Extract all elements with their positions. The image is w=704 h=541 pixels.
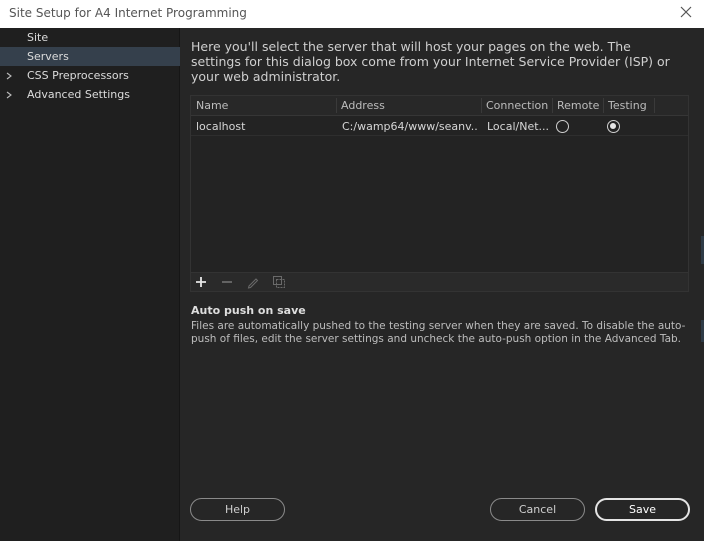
column-divider[interactable] [603, 98, 604, 113]
sidebar: Site Servers CSS Preprocessors Advanced … [0, 28, 180, 541]
sidebar-item-css-preprocessors[interactable]: CSS Preprocessors [0, 66, 180, 85]
close-icon[interactable] [678, 4, 694, 20]
chevron-right-icon[interactable] [5, 72, 13, 80]
chevron-right-icon[interactable] [5, 91, 13, 99]
sidebar-item-label: Site [27, 31, 49, 44]
add-icon[interactable] [193, 274, 209, 290]
save-button[interactable]: Save [595, 498, 690, 521]
window-title: Site Setup for A4 Internet Programming [9, 6, 247, 20]
duplicate-icon[interactable] [271, 274, 287, 290]
server-connection: Local/Net... [487, 120, 549, 133]
testing-radio[interactable] [607, 120, 620, 133]
remote-radio[interactable] [556, 120, 569, 133]
column-header-connection[interactable]: Connection [486, 99, 548, 112]
cancel-button[interactable]: Cancel [490, 498, 585, 521]
column-divider[interactable] [481, 98, 482, 113]
remove-icon[interactable] [219, 274, 235, 290]
sidebar-item-label: CSS Preprocessors [27, 69, 129, 82]
auto-push-description: Files are automatically pushed to the te… [191, 320, 686, 345]
column-header-remote[interactable]: Remote [557, 99, 599, 112]
column-header-name[interactable]: Name [196, 99, 228, 112]
edit-icon[interactable] [245, 274, 261, 290]
title-bar: Site Setup for A4 Internet Programming [0, 0, 704, 28]
sidebar-item-advanced-settings[interactable]: Advanced Settings [0, 85, 180, 104]
column-header-testing[interactable]: Testing [608, 99, 647, 112]
intro-text: Here you'll select the server that will … [191, 39, 670, 84]
servers-table: Name Address Connection Remote Testing l… [190, 95, 689, 273]
column-divider[interactable] [654, 98, 655, 113]
servers-panel: Here you'll select the server that will … [180, 28, 704, 541]
server-toolbar [190, 273, 689, 292]
auto-push-title: Auto push on save [191, 304, 306, 317]
sidebar-item-label: Advanced Settings [27, 88, 130, 101]
sidebar-item-site[interactable]: Site [0, 28, 180, 47]
table-row[interactable]: localhost C:/wamp64/www/seanv... Local/N… [191, 117, 688, 136]
column-header-address[interactable]: Address [341, 99, 385, 112]
sidebar-item-label: Servers [27, 50, 69, 63]
column-divider[interactable] [336, 98, 337, 113]
dialog-body: Site Servers CSS Preprocessors Advanced … [0, 28, 704, 541]
column-divider[interactable] [552, 98, 553, 113]
help-button[interactable]: Help [190, 498, 285, 521]
table-header: Name Address Connection Remote Testing [191, 96, 688, 116]
sidebar-item-servers[interactable]: Servers [0, 47, 180, 66]
server-name: localhost [196, 120, 246, 133]
server-address: C:/wamp64/www/seanv... [342, 120, 477, 133]
